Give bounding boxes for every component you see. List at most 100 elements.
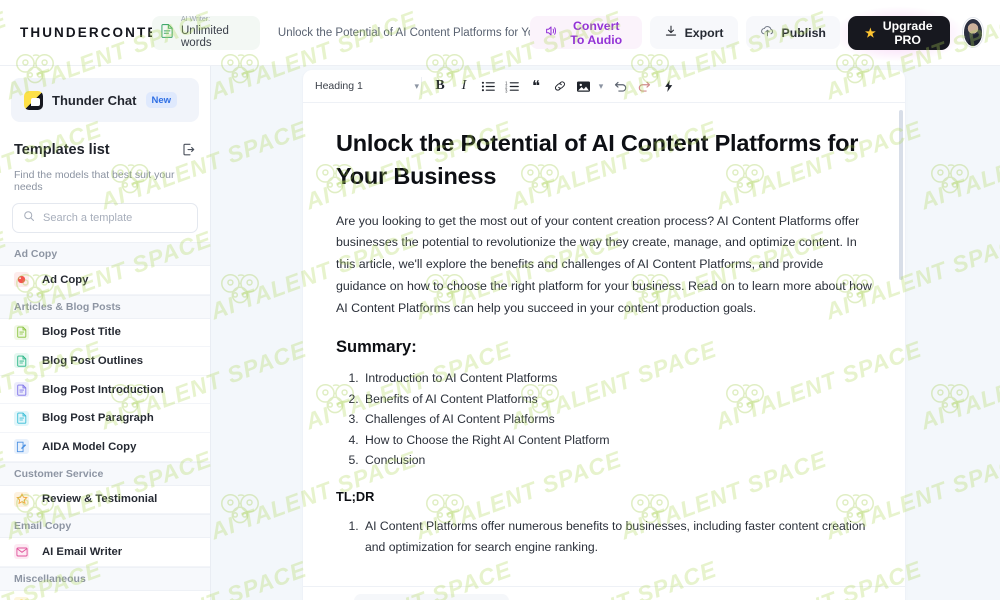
thunder-chat-icon — [24, 90, 43, 110]
document-intro-paragraph: Are you looking to get the most out of y… — [336, 213, 872, 315]
redo-button[interactable] — [632, 74, 656, 98]
image-button[interactable] — [572, 74, 594, 98]
template-list-item[interactable]: Blog Post Introduction — [0, 376, 210, 405]
file-icon — [14, 324, 29, 340]
summary-list: Introduction to AI Content PlatformsBene… — [362, 368, 872, 471]
search-icon — [23, 209, 35, 227]
edit-file-icon — [14, 439, 29, 455]
tldr-list: AI Content Platforms offer numerous bene… — [362, 516, 872, 558]
convert-to-audio-label: Convert To Audio — [570, 18, 623, 47]
download-icon — [664, 24, 678, 41]
image-chevron-icon[interactable]: ▾ — [594, 74, 608, 98]
upgrade-pro-button[interactable]: ★ Upgrade PRO — [831, 5, 966, 62]
summary-heading: Summary: — [336, 338, 417, 357]
template-list-item[interactable]: Blog Post Title — [0, 319, 210, 348]
list-item: How to Choose the Right AI Content Platf… — [362, 430, 872, 451]
template-item-label: Blog Post Outlines — [42, 354, 144, 367]
main-content: Heading 1 ▾ B I 1 2 3 ❝ ▾ Unlock the Pot… — [211, 66, 1000, 600]
template-item-label: Blog Post Introduction — [42, 383, 164, 396]
file-icon — [14, 382, 29, 398]
sliders-icon[interactable] — [317, 597, 341, 600]
app-header: THUNDERCONTENT AI Writer: Unlimited word… — [0, 0, 1000, 66]
mail-icon — [14, 544, 29, 560]
template-group-header: Ad Copy — [0, 242, 210, 266]
header-actions: Convert To Audio Export Publish ★ Upgrad… — [529, 5, 1000, 62]
template-item-label: Ad Copy — [42, 273, 89, 286]
list-item: Introduction to AI Content Platforms — [362, 368, 872, 389]
template-item-label: AIDA Model Copy — [42, 440, 137, 453]
generate-content-button[interactable]: Generate Content — [354, 593, 510, 600]
document-title-input[interactable] — [277, 26, 530, 39]
upgrade-pro-label: Upgrade PRO — [882, 18, 933, 47]
ai-writer-value: Unlimited words — [181, 24, 229, 49]
template-group-header: Articles & Blog Posts — [0, 294, 210, 319]
template-list-item[interactable]: Blog Post Outlines — [0, 347, 210, 376]
list-item: Challenges of AI Content Platforms — [362, 409, 872, 430]
templates-header: Templates list — [0, 122, 210, 162]
ai-writer-badge[interactable]: AI Writer: Unlimited words — [152, 15, 260, 50]
template-item-label: AI Email Writer — [42, 545, 123, 558]
template-list-item[interactable]: AI Email Writer — [0, 538, 210, 567]
template-item-label: Blog Post Title — [42, 326, 121, 339]
template-list-item[interactable]: Blog Post Paragraph — [0, 404, 210, 433]
heading-select-value: Heading 1 — [315, 80, 363, 92]
template-list-item[interactable]: Review & Testimonial — [0, 486, 210, 515]
cloud-upload-icon — [760, 24, 775, 41]
document-heading: Unlock the Potential of AI Content Platf… — [336, 130, 859, 190]
templates-title: Templates list — [14, 142, 110, 158]
user-avatar[interactable] — [962, 18, 983, 47]
toolbar-divider — [421, 77, 422, 95]
template-list-item[interactable]: Ad Copy — [0, 266, 210, 295]
star-icon: ★ — [864, 25, 876, 40]
undo-button[interactable] — [608, 74, 632, 98]
template-list-item[interactable]: AIDA Model Copy — [0, 433, 210, 462]
new-badge: New — [145, 92, 178, 108]
bold-button[interactable]: B — [428, 74, 452, 98]
template-list-item[interactable]: Brand And Product Name — [0, 591, 210, 600]
sidebar: Thunder Chat New Templates list Find the… — [0, 66, 211, 600]
editor-card: Heading 1 ▾ B I 1 2 3 ❝ ▾ Unlock the Pot… — [303, 70, 905, 600]
convert-to-audio-button[interactable]: Convert To Audio — [529, 16, 642, 49]
templates-subtitle: Find the models that best suit your need… — [14, 169, 175, 193]
editor-statusbar: Generate Content Words 889 · Characters … — [303, 586, 905, 600]
ai-assist-button[interactable] — [656, 74, 680, 98]
app-logo: THUNDERCONTENT — [20, 25, 181, 40]
italic-button[interactable]: I — [452, 74, 476, 98]
document-icon — [161, 23, 174, 43]
template-item-label: Review & Testimonial — [42, 493, 158, 506]
list-item: AI Content Platforms offer numerous bene… — [362, 516, 872, 558]
thunder-chat-label: Thunder Chat — [52, 92, 137, 108]
document-scrollbar[interactable] — [899, 110, 903, 280]
templates-list: Ad Copy Ad Copy Articles & Blog Posts Blog … — [0, 242, 210, 600]
document-body[interactable]: Unlock the Potential of AI Content Platf… — [303, 103, 905, 600]
star-icon — [14, 491, 29, 507]
ai-writer-label: AI Writer: — [181, 16, 211, 24]
template-search-box[interactable] — [12, 203, 198, 233]
speaker-icon — [544, 24, 558, 41]
template-group-header: Customer Service — [0, 461, 210, 486]
list-item: Benefits of AI Content Platforms — [362, 389, 872, 410]
export-label: Export — [684, 25, 724, 40]
editor-toolbar: Heading 1 ▾ B I 1 2 3 ❝ ▾ — [303, 70, 905, 103]
blockquote-button[interactable]: ❝ — [524, 74, 548, 98]
tldr-heading: TL;DR — [336, 488, 375, 504]
list-item: Conclusion — [362, 450, 872, 471]
bullet-list-button[interactable] — [476, 74, 500, 98]
thunder-chat-card[interactable]: Thunder Chat New — [11, 78, 199, 122]
numbered-list-button[interactable]: 1 2 3 — [500, 74, 524, 98]
publish-label: Publish — [781, 25, 826, 40]
publish-button[interactable]: Publish — [745, 16, 840, 49]
chevron-down-icon: ▾ — [414, 80, 419, 91]
export-button[interactable]: Export — [649, 16, 738, 49]
megaphone-icon — [14, 272, 29, 288]
svg-text:3: 3 — [505, 88, 508, 93]
template-search-wrapper — [0, 193, 210, 233]
file-icon — [14, 410, 29, 426]
collapse-sidebar-icon[interactable] — [181, 142, 196, 162]
heading-select[interactable]: Heading 1 ▾ — [311, 80, 419, 92]
file-icon — [14, 353, 29, 369]
template-group-header: Miscellaneous — [0, 566, 210, 591]
link-button[interactable] — [548, 74, 572, 98]
template-item-label: Blog Post Paragraph — [42, 412, 154, 425]
search-input[interactable] — [43, 212, 187, 224]
